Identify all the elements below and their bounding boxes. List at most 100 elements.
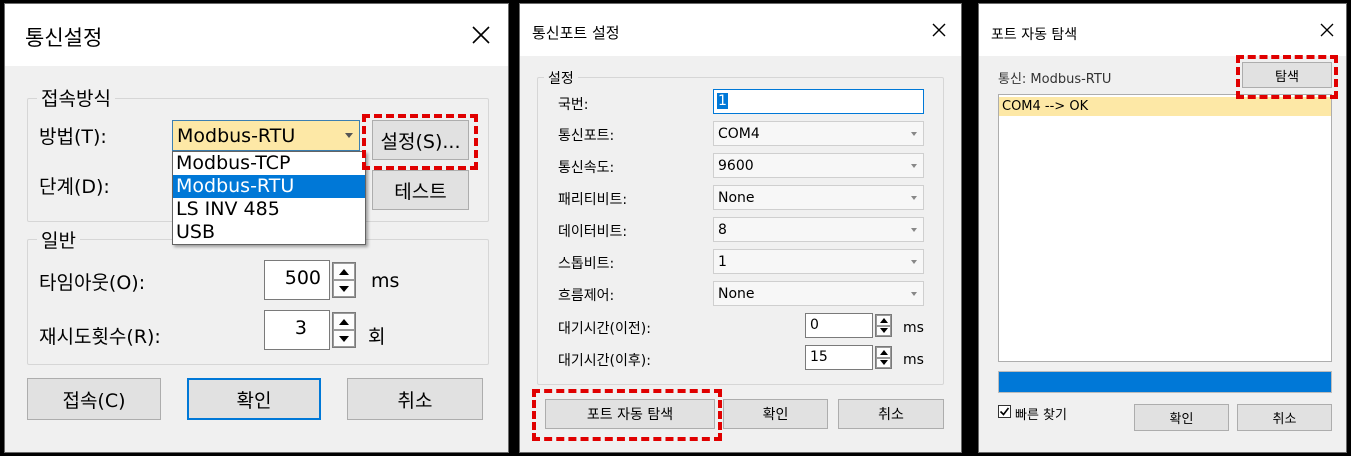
search-progress-bar xyxy=(998,371,1332,393)
timeout-value: 500 xyxy=(284,267,321,289)
dropdown-option[interactable]: Modbus-TCP xyxy=(173,152,365,175)
ok-button[interactable]: 확인 xyxy=(187,378,321,420)
retry-spinner[interactable] xyxy=(332,312,356,348)
port-value: COM4 xyxy=(718,126,760,142)
ok-button[interactable]: 확인 xyxy=(1134,404,1229,431)
spin-down-icon[interactable] xyxy=(876,357,891,368)
dialog-title: 통신설정 xyxy=(25,26,103,50)
port-label: 통신포트: xyxy=(558,128,615,144)
dialog-title: 포트 자동 탐색 xyxy=(991,27,1078,43)
method-value: Modbus-RTU xyxy=(177,125,296,147)
flow-control-label: 흐름제어: xyxy=(558,288,615,304)
connect-button[interactable]: 접속(C) xyxy=(27,378,161,420)
comm-settings-dialog: 통신설정 접속방식 방법(T): Modbus-RTU 단계(D): 설정(S)… xyxy=(4,3,509,453)
parity-value: None xyxy=(718,190,755,206)
timeout-spinner[interactable] xyxy=(332,262,356,298)
station-value: 1 xyxy=(717,93,728,109)
wait-after-value: 15 xyxy=(810,349,828,365)
stop-bits-combo[interactable]: 1 xyxy=(713,249,924,274)
parity-combo[interactable]: None xyxy=(713,185,924,210)
comm-port-settings-dialog: 통신포트 설정 설정 국번: 1 통신포트: COM4 통신속도: 9600 패… xyxy=(519,3,962,453)
station-input[interactable]: 1 xyxy=(713,89,924,114)
dropdown-option-selected[interactable]: Modbus-RTU xyxy=(173,175,365,198)
ok-button[interactable]: 확인 xyxy=(723,399,828,429)
data-bits-combo[interactable]: 8 xyxy=(713,217,924,242)
parity-label: 패리티비트: xyxy=(558,192,628,208)
fast-search-checkbox[interactable] xyxy=(998,405,1011,418)
chevron-down-icon[interactable] xyxy=(905,122,923,145)
close-icon[interactable] xyxy=(464,18,498,52)
retry-label: 재시도횟수(R): xyxy=(39,326,161,348)
port-auto-search-button[interactable]: 포트 자동 탐색 xyxy=(545,399,715,429)
close-icon[interactable] xyxy=(925,16,953,44)
spin-up-icon[interactable] xyxy=(333,263,355,280)
dropdown-option[interactable]: LS INV 485 xyxy=(173,198,365,221)
settings-button[interactable]: 설정(S)... xyxy=(372,120,469,160)
baud-value: 9600 xyxy=(718,158,754,174)
chevron-down-icon[interactable] xyxy=(905,250,923,273)
titlebar: 포트 자동 탐색 xyxy=(979,4,1346,56)
cancel-button[interactable]: 취소 xyxy=(1237,404,1332,431)
method-label: 방법(T): xyxy=(39,126,107,148)
wait-after-input[interactable]: 15 xyxy=(805,345,873,370)
stop-bits-label: 스톱비트: xyxy=(558,256,615,272)
result-row[interactable]: COM4 --> OK xyxy=(999,97,1331,116)
stage-label: 단계(D): xyxy=(39,176,110,198)
wait-before-value: 0 xyxy=(810,317,819,333)
data-bits-value: 8 xyxy=(718,222,727,238)
baud-combo[interactable]: 9600 xyxy=(713,153,924,178)
check-icon xyxy=(999,407,1010,416)
search-result-list[interactable]: COM4 --> OK xyxy=(998,94,1332,362)
cancel-button[interactable]: 취소 xyxy=(838,399,944,429)
spin-up-icon[interactable] xyxy=(333,313,355,330)
general-legend: 일반 xyxy=(37,226,80,253)
station-label: 국번: xyxy=(558,97,589,113)
retry-unit: 회 xyxy=(368,326,386,348)
timeout-input[interactable]: 500 xyxy=(264,260,330,300)
data-bits-label: 데이터비트: xyxy=(558,224,628,240)
settings-legend: 설정 xyxy=(544,68,578,88)
fast-search-label[interactable]: 빠른 찾기 xyxy=(1015,404,1067,423)
wait-after-unit: ms xyxy=(903,352,924,368)
dropdown-option[interactable]: USB xyxy=(173,221,365,244)
chevron-down-icon[interactable] xyxy=(905,218,923,241)
search-button[interactable]: 탐색 xyxy=(1242,62,1332,88)
spin-down-icon[interactable] xyxy=(876,325,891,336)
wait-before-input[interactable]: 0 xyxy=(805,313,873,338)
titlebar: 통신포트 설정 xyxy=(520,4,961,56)
connect-method-legend: 접속방식 xyxy=(37,84,115,111)
chevron-down-icon[interactable] xyxy=(905,154,923,177)
timeout-unit: ms xyxy=(371,270,400,292)
retry-value: 3 xyxy=(294,317,307,339)
titlebar: 통신설정 xyxy=(5,4,508,66)
port-auto-search-dialog: 포트 자동 탐색 통신: Modbus-RTU 탐색 COM4 --> OK 빠… xyxy=(978,3,1347,453)
wait-before-label: 대기시간(이전): xyxy=(558,321,651,337)
spin-down-icon[interactable] xyxy=(333,330,355,347)
baud-label: 통신속도: xyxy=(558,160,615,176)
wait-after-spinner[interactable] xyxy=(875,346,892,369)
chevron-down-icon[interactable] xyxy=(905,282,923,305)
wait-before-unit: ms xyxy=(903,320,924,336)
flow-control-value: None xyxy=(718,286,755,302)
method-dropdown-list: Modbus-TCP Modbus-RTU LS INV 485 USB xyxy=(172,151,366,245)
close-icon[interactable] xyxy=(1314,17,1340,43)
comm-label: 통신: Modbus-RTU xyxy=(998,72,1112,87)
wait-before-spinner[interactable] xyxy=(875,314,892,337)
spin-up-icon[interactable] xyxy=(876,347,891,358)
method-combo[interactable]: Modbus-RTU xyxy=(172,120,360,151)
cancel-button[interactable]: 취소 xyxy=(347,378,483,420)
dialog-title: 통신포트 설정 xyxy=(532,24,620,42)
progress-fill xyxy=(999,372,1331,392)
spin-down-icon[interactable] xyxy=(333,280,355,297)
test-button[interactable]: 테스트 xyxy=(372,170,469,210)
chevron-down-icon[interactable] xyxy=(339,121,359,150)
flow-control-combo[interactable]: None xyxy=(713,281,924,306)
stop-bits-value: 1 xyxy=(718,254,727,270)
result-text: COM4 --> OK xyxy=(1002,99,1089,114)
port-combo[interactable]: COM4 xyxy=(713,121,924,146)
retry-input[interactable]: 3 xyxy=(264,310,330,350)
chevron-down-icon[interactable] xyxy=(905,186,923,209)
wait-after-label: 대기시간(이후): xyxy=(558,353,651,369)
timeout-label: 타임아웃(O): xyxy=(39,272,146,294)
spin-up-icon[interactable] xyxy=(876,315,891,326)
